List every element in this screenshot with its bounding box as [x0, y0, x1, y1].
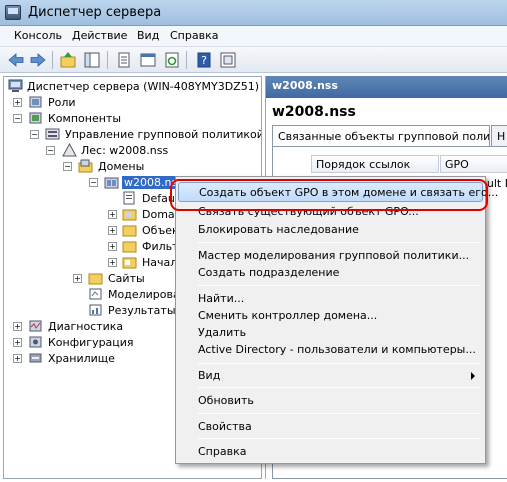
menu-item-refresh[interactable]: Обновить	[178, 391, 483, 411]
tree-node-gpm[interactable]: − Управление групповой политикой	[8, 127, 261, 143]
expand-icon[interactable]: +	[108, 226, 117, 235]
menu-item-create-ou[interactable]: Создать подразделение	[178, 263, 483, 283]
help-icon[interactable]: ?	[194, 50, 214, 70]
details-tabs: Связанные объекты групповой политики Н	[272, 125, 507, 147]
expand-icon[interactable]: +	[108, 258, 117, 267]
up-folder-icon[interactable]	[58, 50, 78, 70]
server-manager-icon	[5, 5, 21, 20]
export-icon[interactable]	[114, 50, 134, 70]
column-link-order[interactable]: Порядок ссылок	[311, 155, 439, 173]
expand-icon[interactable]: +	[108, 210, 117, 219]
forward-arrow-icon[interactable]	[28, 50, 48, 70]
details-title: w2008.nss	[272, 104, 356, 120]
highlight-ring	[170, 179, 488, 211]
expand-icon[interactable]: +	[13, 354, 22, 363]
tab-linked-gpos[interactable]: Связанные объекты групповой политики	[272, 125, 490, 147]
expand-icon[interactable]: +	[13, 338, 22, 347]
collapse-icon[interactable]: −	[89, 178, 98, 187]
collapse-icon[interactable]: −	[13, 114, 22, 123]
menu-console[interactable]: Консоль	[14, 29, 62, 42]
details-header: w2008.nss	[266, 76, 507, 98]
tree-node-roles[interactable]: + Роли	[8, 95, 258, 111]
menu-item-ad-users-computers[interactable]: Active Directory - пользователи и компью…	[178, 340, 483, 360]
collapse-icon[interactable]: −	[63, 162, 72, 171]
menu-view[interactable]: Вид	[137, 29, 159, 42]
menu-help[interactable]: Справка	[170, 29, 218, 42]
collapse-icon[interactable]: −	[46, 146, 55, 155]
column-gpo[interactable]: GPO	[440, 155, 507, 173]
window-title: Диспетчер сервера	[28, 5, 162, 20]
menu-item-properties[interactable]: Свойства	[178, 417, 483, 437]
svg-text:?: ?	[201, 54, 207, 67]
snapin-icon[interactable]	[218, 50, 238, 70]
expand-icon[interactable]: +	[73, 274, 82, 283]
title-bar: Диспетчер сервера	[0, 0, 507, 26]
expand-icon[interactable]: +	[13, 322, 22, 331]
tab-next[interactable]: Н	[491, 125, 507, 147]
tree-node-features[interactable]: − Компоненты	[8, 111, 258, 127]
menu-bar: Консоль Действие Вид Справка	[0, 26, 507, 47]
submenu-arrow-icon	[471, 372, 475, 380]
expand-icon[interactable]: +	[108, 242, 117, 251]
back-arrow-icon[interactable]	[6, 50, 26, 70]
menu-item-view[interactable]: Вид	[178, 366, 483, 386]
toolbar: ?	[0, 47, 507, 73]
tree-node-forest[interactable]: − Лес: w2008.nss	[8, 143, 258, 159]
show-tree-icon[interactable]	[82, 50, 102, 70]
collapse-icon[interactable]: −	[30, 130, 39, 139]
properties-icon[interactable]	[138, 50, 158, 70]
refresh-icon[interactable]	[162, 50, 182, 70]
tree-node-domains[interactable]: − Домены	[8, 159, 258, 175]
expand-icon[interactable]: +	[13, 98, 22, 107]
menu-item-help[interactable]: Справка	[178, 442, 483, 462]
tree-node-server-manager[interactable]: Диспетчер сервера (WIN-408YMY3DZ51)	[8, 79, 259, 95]
context-menu: Создать объект GPO в этом домене и связа…	[175, 176, 498, 464]
menu-item-block-inheritance[interactable]: Блокировать наследование	[178, 220, 483, 240]
menu-action[interactable]: Действие	[72, 29, 127, 42]
